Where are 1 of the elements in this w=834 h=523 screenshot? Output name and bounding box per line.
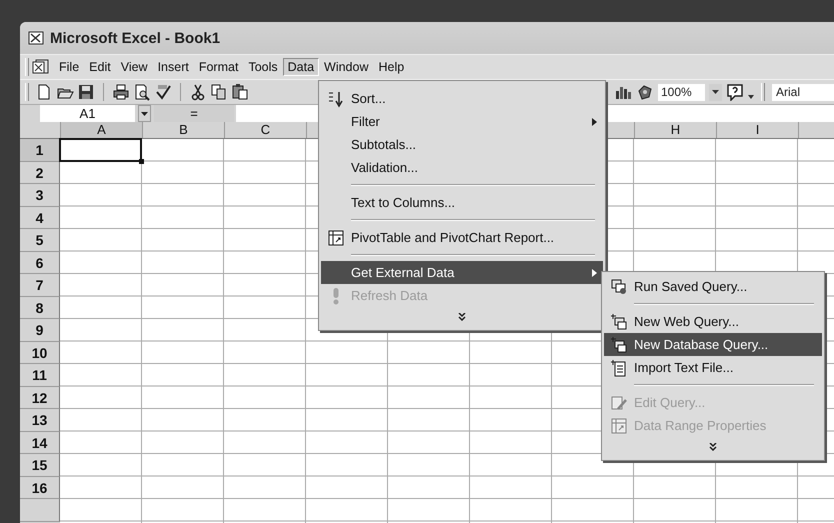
window-title: Microsoft Excel - Book1 xyxy=(50,30,220,46)
